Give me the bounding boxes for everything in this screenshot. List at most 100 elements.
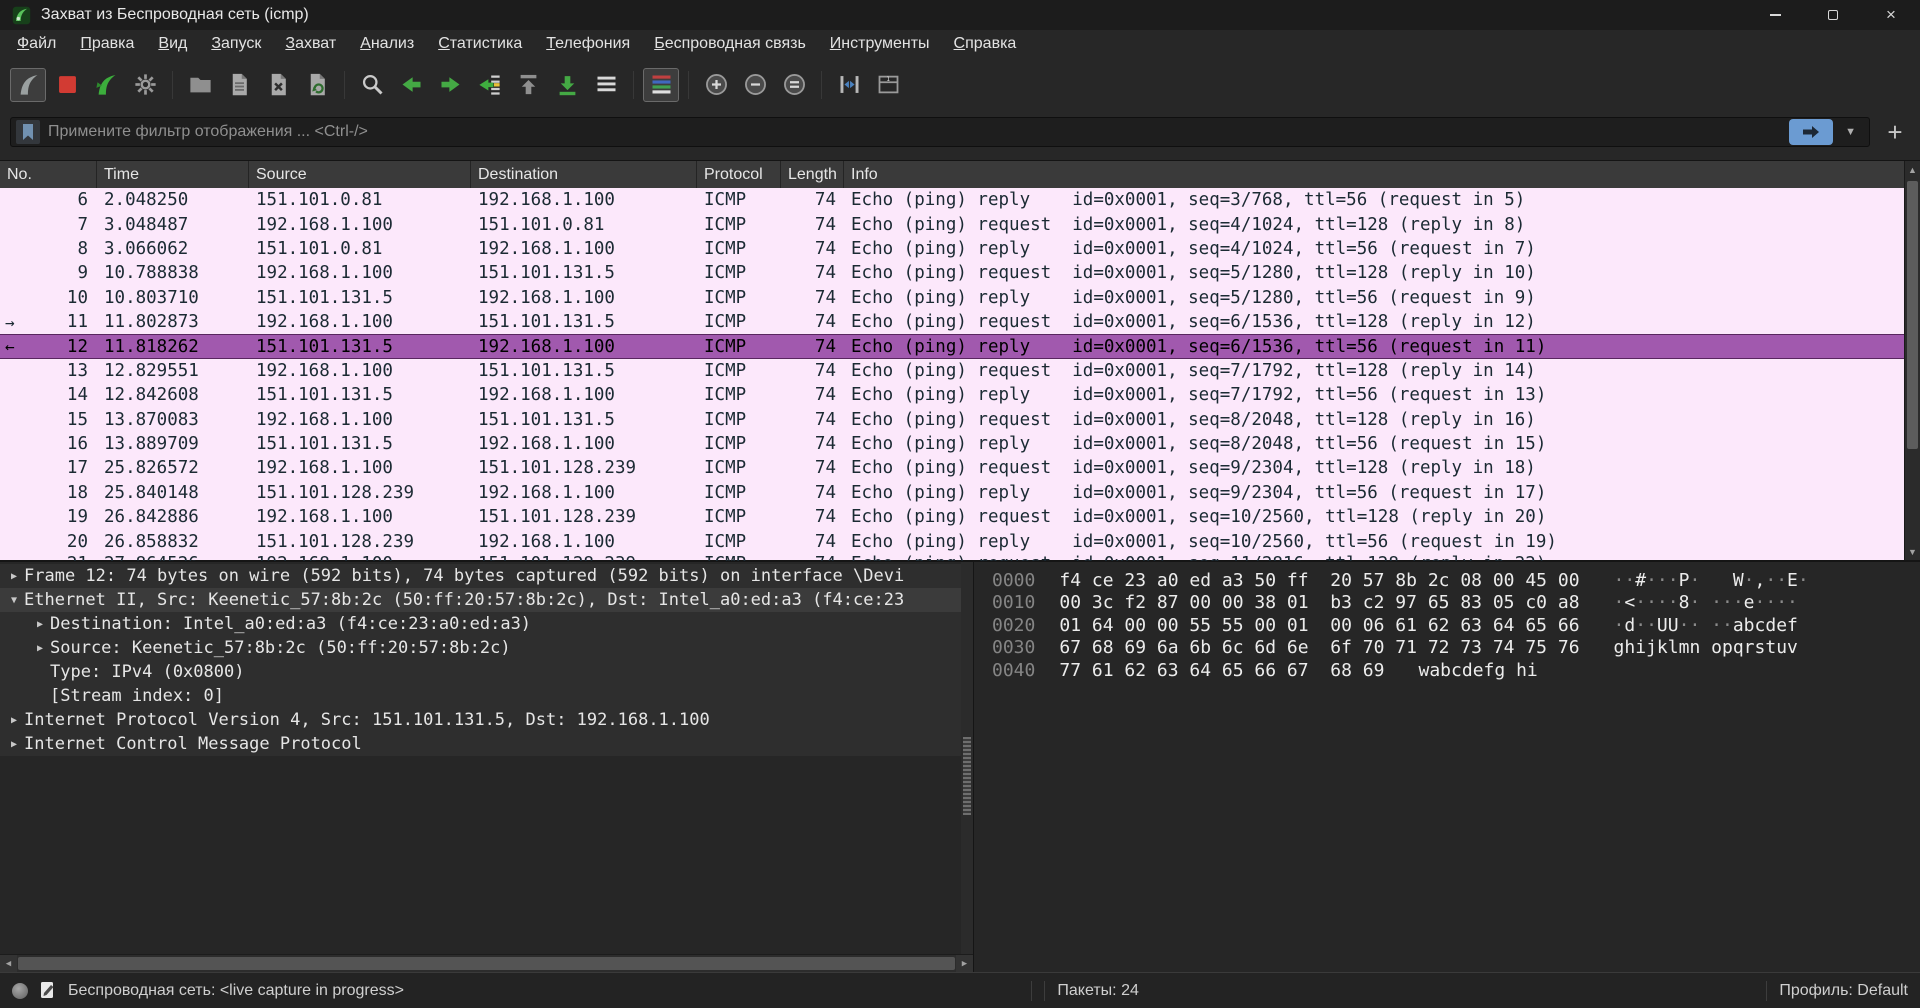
packet-row[interactable]: 73.048487192.168.1.100151.101.0.81ICMP74…: [0, 212, 1904, 236]
start-capture-button[interactable]: [10, 68, 46, 102]
packet-row[interactable]: 83.066062151.101.0.81192.168.1.100ICMP74…: [0, 237, 1904, 261]
scroll-left-arrow-icon[interactable]: ◀: [0, 955, 17, 972]
save-capture-file-button[interactable]: [221, 68, 257, 102]
menu-item-telephony[interactable]: Телефония: [534, 32, 642, 56]
display-filter-input[interactable]: [48, 123, 1789, 141]
hex-row[interactable]: 004077 61 62 63 64 65 66 67 68 69wabcdef…: [992, 660, 1920, 682]
first-packet-button[interactable]: [510, 68, 546, 102]
hex-bytes: 00 3c f2 87 00 00 38 01 b3 c2 97 65 83 0…: [1059, 592, 1579, 614]
column-header-info[interactable]: Info: [844, 161, 1904, 188]
scroll-down-arrow-icon[interactable]: ▼: [1905, 543, 1920, 560]
menu-item-help[interactable]: Справка: [942, 32, 1029, 56]
profile-selector[interactable]: Профиль: Default: [1779, 982, 1908, 1000]
expander-closed-icon[interactable]: ▶: [30, 619, 50, 630]
hex-ascii: ·<····8· ···e····: [1614, 592, 1798, 614]
reload-capture-file-button[interactable]: [299, 68, 335, 102]
filter-dropdown-chevron-icon[interactable]: ▼: [1837, 126, 1864, 138]
menu-item-wireless[interactable]: Беспроводная связь: [642, 32, 818, 56]
hex-row[interactable]: 003067 68 69 6a 6b 6c 6d 6e 6f 70 71 72 …: [992, 637, 1920, 659]
packet-row[interactable]: 1010.803710151.101.131.5192.168.1.100ICM…: [0, 286, 1904, 310]
menu-item-view[interactable]: Вид: [146, 32, 199, 56]
column-header-time[interactable]: Time: [97, 161, 249, 188]
resize-columns-button[interactable]: [831, 68, 867, 102]
filter-bookmark-icon[interactable]: [16, 120, 40, 144]
menu-item-tools[interactable]: Инструменты: [818, 32, 942, 56]
detail-line[interactable]: ▶Source: Keenetic_57:8b:2c (50:ff:20:57:…: [0, 636, 962, 660]
scroll-right-arrow-icon[interactable]: ▶: [956, 955, 973, 972]
scrollbar-thumb[interactable]: [1907, 181, 1918, 449]
display-filter-field[interactable]: ▼: [10, 117, 1870, 147]
menu-item-go[interactable]: Запуск: [199, 32, 273, 56]
capture-comment-icon[interactable]: [40, 981, 56, 1000]
detail-line[interactable]: Type: IPv4 (0x0800): [0, 660, 962, 684]
packet-row[interactable]: 1513.870083192.168.1.100151.101.131.5ICM…: [0, 408, 1904, 432]
menu-item-edit[interactable]: Правка: [68, 32, 146, 56]
expert-info-icon[interactable]: [12, 983, 28, 999]
detail-line[interactable]: ▶Destination: Intel_a0:ed:a3 (f4:ce:23:a…: [0, 612, 962, 636]
previous-packet-button[interactable]: [393, 68, 429, 102]
detail-line[interactable]: ▼Ethernet II, Src: Keenetic_57:8b:2c (50…: [0, 588, 962, 612]
cell-time: 25.826572: [97, 458, 249, 478]
packet-row[interactable]: 62.048250151.101.0.81192.168.1.100ICMP74…: [0, 188, 1904, 212]
packet-row[interactable]: 1825.840148151.101.128.239192.168.1.100I…: [0, 481, 1904, 505]
stop-capture-button[interactable]: [49, 68, 85, 102]
apply-filter-button[interactable]: [1789, 119, 1833, 145]
expander-closed-icon[interactable]: ▶: [4, 739, 24, 750]
hex-row[interactable]: 001000 3c f2 87 00 00 38 01 b3 c2 97 65 …: [992, 592, 1920, 614]
zoom-in-button[interactable]: [698, 68, 734, 102]
detail-line[interactable]: ▶Internet Control Message Protocol: [0, 732, 962, 756]
expander-closed-icon[interactable]: ▶: [30, 643, 50, 654]
auto-scroll-button[interactable]: [588, 68, 624, 102]
scroll-up-arrow-icon[interactable]: ▲: [1905, 161, 1920, 178]
column-header-proto[interactable]: Protocol: [697, 161, 781, 188]
close-button[interactable]: ×: [1862, 0, 1920, 30]
zoom-normal-button[interactable]: [776, 68, 812, 102]
details-vertical-scrollbar[interactable]: [961, 562, 973, 954]
capture-options-button[interactable]: [127, 68, 163, 102]
expander-closed-icon[interactable]: ▶: [4, 571, 24, 582]
detail-line[interactable]: ▶Internet Protocol Version 4, Src: 151.1…: [0, 708, 962, 732]
packet-row[interactable]: 2026.858832151.101.128.239192.168.1.100I…: [0, 529, 1904, 553]
restart-capture-button[interactable]: [88, 68, 124, 102]
column-header-src[interactable]: Source: [249, 161, 471, 188]
close-capture-file-button[interactable]: [260, 68, 296, 102]
expander-closed-icon[interactable]: ▶: [4, 715, 24, 726]
hex-row[interactable]: 002001 64 00 00 55 55 00 01 00 06 61 62 …: [992, 615, 1920, 637]
expander-open-icon[interactable]: ▼: [4, 595, 24, 606]
menu-item-analyze[interactable]: Анализ: [348, 32, 426, 56]
detail-line[interactable]: [Stream index: 0]: [0, 684, 962, 708]
add-filter-button[interactable]: +: [1880, 117, 1910, 147]
colorize-packets-button[interactable]: [643, 68, 679, 102]
column-header-len[interactable]: Length: [781, 161, 844, 188]
column-header-no[interactable]: No.: [0, 161, 97, 188]
packet-list-scrollbar[interactable]: ▲ ▼: [1904, 161, 1920, 560]
detail-line[interactable]: ▶Frame 12: 74 bytes on wire (592 bits), …: [0, 564, 962, 588]
column-header-dst[interactable]: Destination: [471, 161, 697, 188]
details-scrollbar-thumb[interactable]: [963, 737, 971, 815]
open-capture-file-button[interactable]: [182, 68, 218, 102]
menu-item-statistics[interactable]: Статистика: [426, 32, 534, 56]
go-to-packet-button[interactable]: [471, 68, 507, 102]
h-scrollbar-thumb[interactable]: [18, 957, 955, 970]
packet-row[interactable]: →1111.802873192.168.1.100151.101.131.5IC…: [0, 310, 1904, 334]
menu-item-file[interactable]: Файл: [5, 32, 68, 56]
find-packet-button[interactable]: [354, 68, 390, 102]
zoom-out-button[interactable]: [737, 68, 773, 102]
fixed-columns-button[interactable]: 1: [870, 68, 906, 102]
details-horizontal-scrollbar[interactable]: ◀ ▶: [0, 954, 973, 972]
maximize-button[interactable]: [1804, 0, 1862, 30]
packet-row[interactable]: ←1211.818262151.101.131.5192.168.1.100IC…: [0, 334, 1904, 358]
packet-row[interactable]: 2127.864526192.168.1.100151.101.128.239I…: [0, 554, 1904, 561]
cell-src: 192.168.1.100: [249, 410, 471, 430]
packet-row[interactable]: 1613.889709151.101.131.5192.168.1.100ICM…: [0, 432, 1904, 456]
hex-row[interactable]: 0000f4 ce 23 a0 ed a3 50 ff 20 57 8b 2c …: [992, 570, 1920, 592]
packet-row[interactable]: 1312.829551192.168.1.100151.101.131.5ICM…: [0, 359, 1904, 383]
packet-row[interactable]: 1412.842608151.101.131.5192.168.1.100ICM…: [0, 383, 1904, 407]
minimize-button[interactable]: [1746, 0, 1804, 30]
next-packet-button[interactable]: [432, 68, 468, 102]
menu-item-capture[interactable]: Захват: [273, 32, 348, 56]
last-packet-button[interactable]: [549, 68, 585, 102]
packet-row[interactable]: 1926.842886192.168.1.100151.101.128.239I…: [0, 505, 1904, 529]
packet-row[interactable]: 1725.826572192.168.1.100151.101.128.239I…: [0, 456, 1904, 480]
packet-row[interactable]: 910.788838192.168.1.100151.101.131.5ICMP…: [0, 261, 1904, 285]
